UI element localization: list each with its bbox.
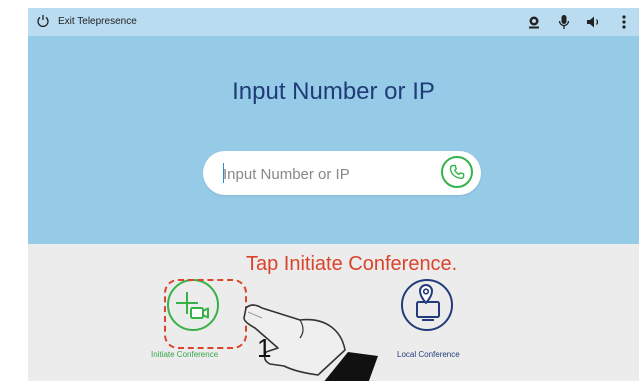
more-icon[interactable]	[609, 12, 639, 32]
speaker-icon[interactable]	[579, 12, 609, 32]
number-input[interactable]	[221, 161, 425, 187]
microphone-icon[interactable]	[549, 12, 579, 32]
instruction-text: Tap Initiate Conference.	[246, 253, 458, 275]
highlight-box	[164, 279, 247, 349]
step-number: 1	[257, 333, 272, 363]
telepresence-screen: Exit Telepresence Input Number or IP Inp…	[28, 8, 639, 389]
top-bar-icons	[519, 12, 639, 32]
power-icon	[37, 15, 49, 28]
local-conference-label: Local Conference	[397, 350, 460, 359]
top-bar: Exit Telepresence	[28, 8, 639, 36]
number-input-container	[203, 151, 481, 195]
local-conference-button[interactable]	[401, 279, 453, 331]
dial-panel: Input Number or IP	[28, 36, 639, 244]
page-margin	[0, 381, 639, 389]
page-title: Input Number or IP	[232, 78, 435, 105]
call-button[interactable]	[441, 156, 473, 188]
exit-telepresence-label: Exit Telepresence	[58, 15, 137, 27]
camera-icon[interactable]	[519, 12, 549, 32]
initiate-conference-label: Initiate Conference	[151, 350, 219, 359]
exit-telepresence-button[interactable]: Exit Telepresence	[36, 14, 137, 28]
phone-icon	[449, 164, 465, 180]
location-monitor-icon	[416, 284, 440, 321]
